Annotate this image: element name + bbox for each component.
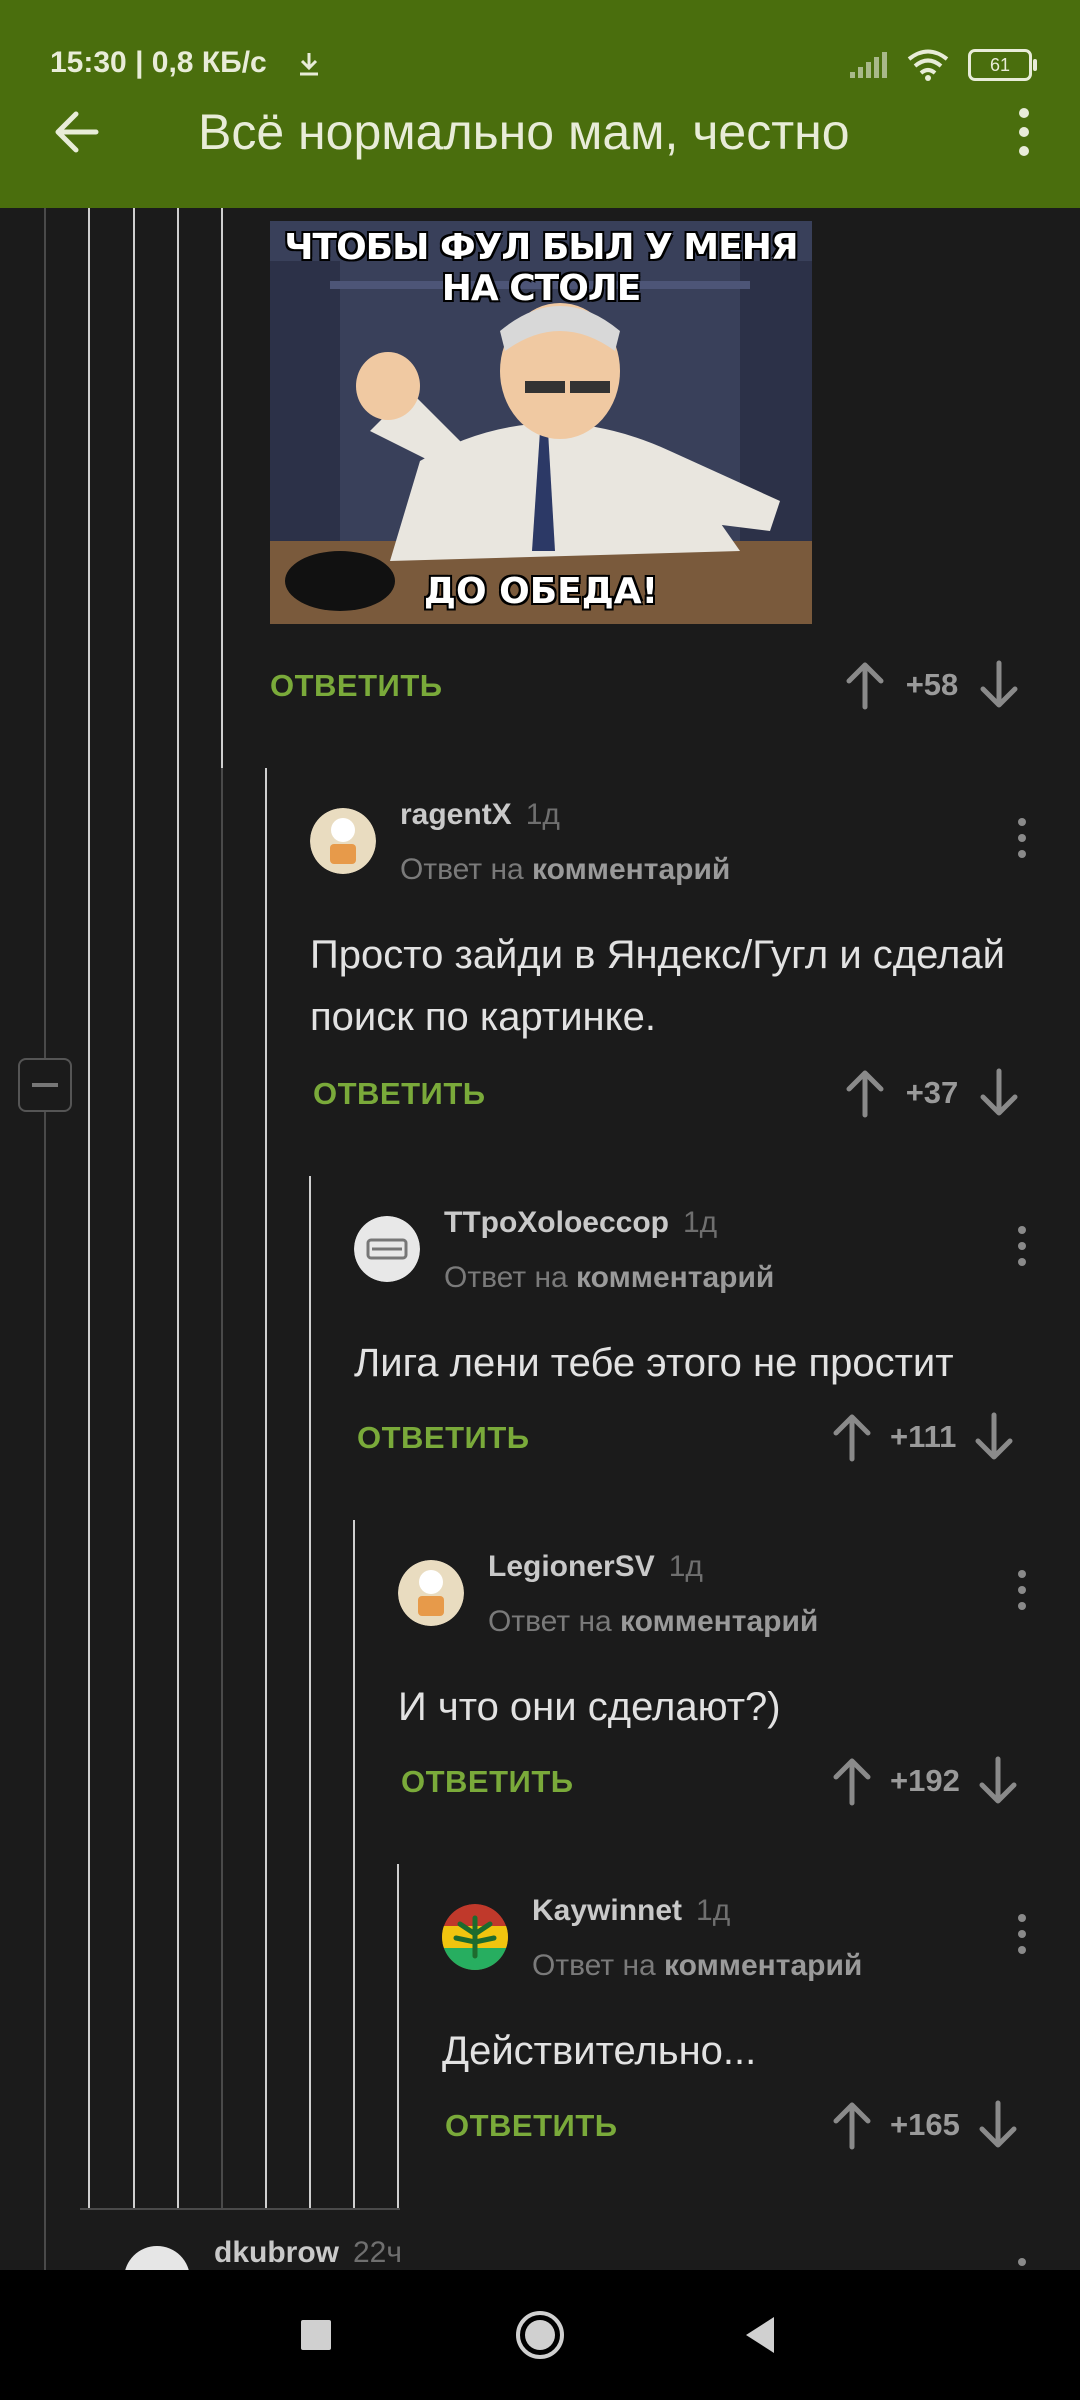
arrow-down-icon[interactable] <box>978 1755 1018 1807</box>
wifi-icon <box>907 49 949 81</box>
thread-line <box>221 208 223 768</box>
reply-button[interactable]: ОТВЕТИТЬ <box>445 2108 618 2144</box>
avatar[interactable] <box>310 808 376 874</box>
meme-image[interactable]: ЧТОБЫ ФУЛ БЫЛ У МЕНЯ НА СТОЛЕ ДО ОБЕДА! <box>270 221 812 624</box>
page-title: Всё нормально мам, честно <box>198 104 850 160</box>
comment-author[interactable]: ragentX 1д <box>400 798 560 832</box>
vote-score: +111 <box>890 1419 957 1454</box>
comment-author[interactable]: TTpoXoloeccop 1д <box>444 1206 717 1240</box>
reply-button[interactable]: ОТВЕТИТЬ <box>313 1076 486 1112</box>
reply-button[interactable]: ОТВЕТИТЬ <box>401 1764 574 1800</box>
thread-line <box>177 208 179 2208</box>
avatar[interactable] <box>398 1560 464 1626</box>
reply-to-line: Ответ на комментарий <box>532 1949 863 1982</box>
thread-line <box>133 208 135 2208</box>
nav-recents-icon <box>301 2320 331 2350</box>
reply-button[interactable]: ОТВЕТИТЬ <box>270 668 443 704</box>
avatar[interactable] <box>354 1216 420 1282</box>
avatar-chef-icon <box>310 808 376 874</box>
comment-more-icon[interactable] <box>1012 2248 1032 2270</box>
arrow-down-icon[interactable] <box>979 659 1019 711</box>
comment-author[interactable]: dkubrow 22ч <box>214 2236 402 2270</box>
arrow-up-icon[interactable] <box>845 659 885 711</box>
comment-more-icon[interactable] <box>1012 1216 1032 1276</box>
download-icon <box>300 53 318 76</box>
thread-divider <box>80 2208 400 2210</box>
arrow-up-icon[interactable] <box>832 1755 872 1807</box>
arrow-up-icon[interactable] <box>832 1411 872 1463</box>
vote-controls: +111 <box>832 1407 1014 1467</box>
reply-to-line: Ответ на комментарий <box>400 853 731 886</box>
nav-back-icon <box>746 2317 774 2353</box>
collapse-thread-button[interactable] <box>18 1058 72 1112</box>
comment-more-icon[interactable] <box>1012 1904 1032 1964</box>
thread-line <box>44 208 46 2270</box>
battery-icon: 61 <box>968 49 1037 81</box>
vote-score: +192 <box>890 1763 960 1798</box>
comment-author[interactable]: Kaywinnet 1д <box>532 1894 730 1928</box>
vote-controls: +58 <box>845 655 1019 715</box>
thread-line <box>353 1520 355 2208</box>
thread-line <box>397 1864 399 2208</box>
status-icons: 61 <box>848 46 1037 84</box>
avatar-emblem-icon <box>354 1216 420 1282</box>
comment-text: И что они сделают?) <box>398 1685 781 1729</box>
thread-line <box>221 768 223 2208</box>
nav-home-icon <box>516 2311 564 2359</box>
avatar-leaf-icon <box>442 1904 508 1970</box>
vote-controls: +192 <box>832 1751 1018 1811</box>
reply-to-link[interactable]: комментарий <box>532 853 730 886</box>
thread-line <box>309 1176 311 2208</box>
app-bar: 15:30 | 0,8 КБ/с 61 Всё нормально мам, ч… <box>0 0 1080 208</box>
arrow-up-icon[interactable] <box>845 1067 885 1119</box>
comment-thread: ЧТОБЫ ФУЛ БЫЛ У МЕНЯ НА СТОЛЕ ДО ОБЕДА! … <box>0 208 1080 2270</box>
meme-top-text: ЧТОБЫ ФУЛ БЫЛ У МЕНЯ НА СТОЛЕ <box>284 227 798 309</box>
comment-age: 1д <box>696 1894 731 1927</box>
status-bar: 15:30 | 0,8 КБ/с 61 <box>0 0 1080 120</box>
comment-text: Действительно... <box>442 2029 757 2073</box>
comment-author[interactable]: LegionerSV 1д <box>488 1550 703 1584</box>
reply-to-link[interactable]: комментарий <box>664 1949 862 1982</box>
vote-score: +165 <box>890 2107 960 2142</box>
avatar[interactable] <box>124 2246 190 2270</box>
thread-line <box>88 208 90 2208</box>
comment-more-icon[interactable] <box>1012 808 1032 868</box>
vote-score: +58 <box>905 667 959 702</box>
back-button[interactable] <box>46 100 110 164</box>
avatar[interactable] <box>442 1904 508 1970</box>
meme-bottom-text: ДО ОБЕДА! <box>423 571 659 612</box>
more-vert-icon[interactable] <box>992 100 1056 164</box>
reply-to-line: Ответ на комментарий <box>444 1261 775 1294</box>
comment-age: 22ч <box>353 2236 402 2269</box>
thread-line <box>265 768 267 2208</box>
comment-text: Просто зайди в Яндекс/Гугл и сделай поис… <box>310 933 1005 1039</box>
comment-age: 1д <box>683 1206 718 1239</box>
system-nav-bar <box>0 2270 1080 2400</box>
nav-back-button[interactable] <box>725 2300 795 2370</box>
signal-icon <box>850 52 887 78</box>
arrow-back-icon <box>55 111 99 153</box>
reply-to-line: Ответ на комментарий <box>488 1605 819 1638</box>
vote-score: +37 <box>905 1075 959 1110</box>
comment-text: Лига лени тебе этого не простит <box>354 1341 954 1385</box>
vote-controls: +165 <box>832 2095 1018 2155</box>
comment-age: 1д <box>525 798 560 831</box>
reply-button[interactable]: ОТВЕТИТЬ <box>357 1420 530 1456</box>
arrow-down-icon[interactable] <box>978 2099 1018 2151</box>
nav-home-button[interactable] <box>505 2300 575 2370</box>
arrow-down-icon[interactable] <box>979 1067 1019 1119</box>
vote-controls: +37 <box>845 1063 1019 1123</box>
reply-to-link[interactable]: комментарий <box>620 1605 818 1638</box>
arrow-up-icon[interactable] <box>832 2099 872 2151</box>
avatar-chef-icon <box>398 1560 464 1626</box>
reply-to-link[interactable]: комментарий <box>576 1261 774 1294</box>
nav-recents-button[interactable] <box>281 2300 351 2370</box>
arrow-down-icon[interactable] <box>974 1411 1014 1463</box>
comment-age: 1д <box>668 1550 703 1583</box>
status-time: 15:30 | 0,8 КБ/с <box>50 46 267 79</box>
comment-more-icon[interactable] <box>1012 1560 1032 1620</box>
